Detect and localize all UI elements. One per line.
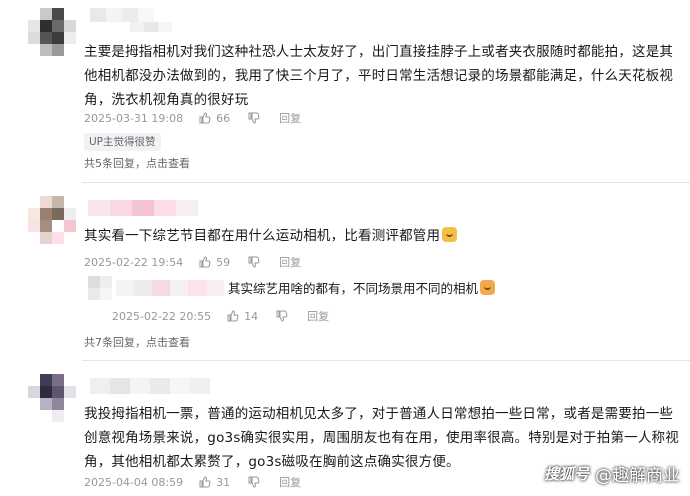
- like-count: 14: [244, 309, 259, 323]
- emoji-icon: [442, 227, 458, 242]
- watermark-account: @趣解商业: [595, 466, 680, 486]
- comment-meta: 2025-04-04 08:59 31 回复: [84, 474, 315, 490]
- thumbs-down-icon: [248, 256, 260, 268]
- avatar[interactable]: [28, 8, 76, 56]
- reply-username-blurred[interactable]: [116, 280, 224, 296]
- avatar[interactable]: [28, 374, 76, 422]
- reply-avatar[interactable]: [88, 276, 112, 300]
- reply-meta: 2025-02-22 20:55 14 回复: [112, 308, 343, 324]
- like-button[interactable]: 66: [199, 112, 234, 125]
- thumbs-up-icon: [227, 310, 239, 322]
- reply-text-content: 其实综艺用啥的都有，不同场景用不同的相机: [228, 281, 479, 296]
- username-blurred[interactable]: [88, 200, 198, 216]
- reply-button[interactable]: 回复: [307, 308, 329, 324]
- like-button[interactable]: 14: [227, 310, 262, 323]
- thumbs-down-icon: [248, 476, 260, 488]
- emoji-icon: [480, 280, 496, 295]
- divider: [82, 182, 690, 183]
- thumbs-down-icon: [248, 112, 260, 124]
- comment-date: 2025-02-22 19:54: [84, 255, 184, 269]
- like-button[interactable]: 59: [199, 256, 234, 269]
- dislike-button[interactable]: [248, 476, 265, 488]
- like-count: 59: [216, 255, 231, 269]
- reply-button[interactable]: 回复: [279, 254, 301, 270]
- thumbs-down-icon: [276, 310, 288, 322]
- view-replies-link[interactable]: 共5条回复，点击查看: [84, 155, 190, 171]
- comment-meta: 2025-03-31 19:08 66 回复: [84, 110, 315, 126]
- username-blurred[interactable]: [90, 8, 154, 22]
- thumbs-up-icon: [199, 256, 211, 268]
- username-blurred[interactable]: [90, 378, 210, 394]
- reply-button[interactable]: 回复: [279, 474, 301, 490]
- comment-text: 主要是拇指相机对我们这种社恐人士太友好了，出门直接挂脖子上或者夹衣服随时都能拍，…: [84, 44, 674, 108]
- reply-button[interactable]: 回复: [279, 110, 301, 126]
- reply-date: 2025-02-22 20:55: [112, 309, 212, 323]
- divider: [82, 360, 690, 361]
- user-meta-blurred: [130, 22, 172, 32]
- comment-date: 2025-03-31 19:08: [84, 111, 184, 125]
- thumbs-up-icon: [199, 112, 211, 124]
- reply-text: 其实综艺用啥的都有，不同场景用不同的相机: [228, 280, 496, 298]
- like-button[interactable]: 31: [199, 476, 234, 489]
- comment-date: 2025-04-04 08:59: [84, 475, 184, 489]
- watermark: 搜狐号 @趣解商业: [544, 461, 680, 486]
- like-count: 31: [216, 475, 231, 489]
- comment-text-content: 其实看一下综艺节目都在用什么运动相机，比看测评都管用: [84, 228, 441, 244]
- watermark-platform: 搜狐号: [543, 465, 589, 483]
- dislike-button[interactable]: [248, 256, 265, 268]
- dislike-button[interactable]: [276, 310, 293, 322]
- thumbs-up-icon: [199, 476, 211, 488]
- up-liked-badge: UP主觉得很赞: [84, 133, 161, 151]
- like-count: 66: [216, 111, 231, 125]
- dislike-button[interactable]: [248, 112, 265, 124]
- avatar[interactable]: [28, 196, 76, 244]
- view-replies-link[interactable]: 共7条回复，点击查看: [84, 334, 190, 350]
- comment-meta: 2025-02-22 19:54 59 回复: [84, 254, 315, 270]
- comment-text: 其实看一下综艺节目都在用什么运动相机，比看测评都管用: [84, 224, 682, 248]
